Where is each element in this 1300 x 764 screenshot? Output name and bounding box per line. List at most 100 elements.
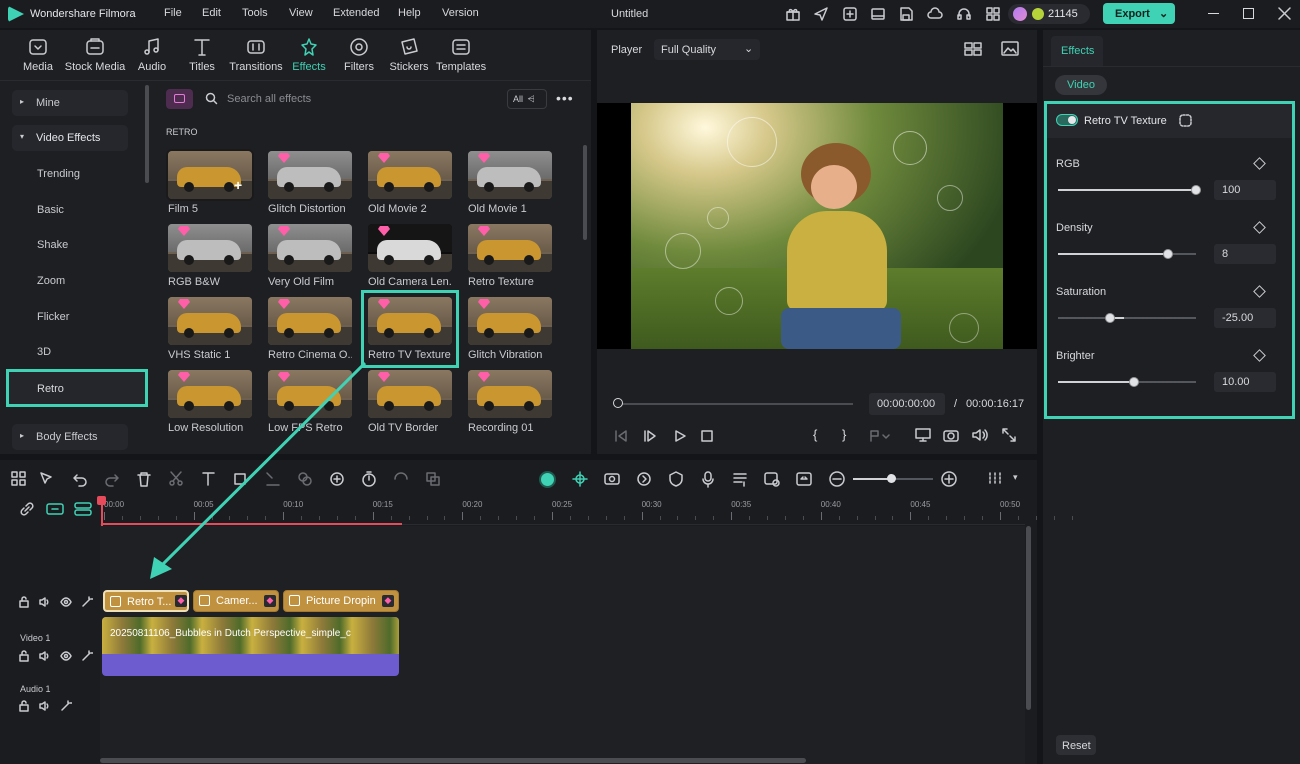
speaker-icon[interactable]	[39, 700, 51, 712]
eye-icon[interactable]	[60, 650, 72, 662]
menu-edit[interactable]: Edit	[202, 7, 221, 19]
effect-card-glitch-distortion[interactable]: Glitch Distortion	[268, 151, 352, 215]
minimize-button[interactable]	[1208, 13, 1219, 14]
effect-card-retro-texture[interactable]: Retro Texture	[468, 224, 552, 288]
param-slider-handle[interactable]	[1129, 377, 1139, 387]
record-screen-icon[interactable]	[603, 470, 621, 488]
credits-badge[interactable]: 21145	[1008, 4, 1090, 24]
sidebar-item-trending[interactable]: Trending	[37, 168, 80, 180]
sidebar-item-3d[interactable]: 3D	[37, 346, 51, 358]
zoom-in-icon[interactable]	[940, 470, 958, 488]
mark-out-icon[interactable]: }	[842, 427, 846, 442]
quality-dropdown[interactable]: Full Quality ⌄	[654, 39, 760, 60]
display-icon[interactable]	[915, 428, 931, 442]
effect-card-old-movie-2[interactable]: Old Movie 2	[368, 151, 452, 215]
step-forward-icon[interactable]	[643, 429, 657, 443]
effect-mask-icon[interactable]	[1179, 114, 1192, 127]
chevron-down-icon[interactable]: ▾	[1013, 472, 1018, 483]
add-icon[interactable]: +	[234, 177, 242, 193]
close-icon[interactable]	[1278, 7, 1291, 20]
tab-stock-media[interactable]: Stock Media	[63, 36, 127, 73]
playback-scrubber[interactable]	[617, 403, 853, 405]
redo-icon[interactable]	[103, 470, 121, 488]
effect-toggle[interactable]	[1056, 114, 1078, 126]
mark-in-icon[interactable]: {	[813, 427, 817, 442]
menu-tools[interactable]: Tools	[242, 7, 268, 19]
menu-help[interactable]: Help	[398, 7, 421, 19]
filter-dropdown[interactable]: All ⩤	[507, 89, 547, 109]
effect-card-old-tv-border[interactable]: Old TV Border	[368, 370, 452, 434]
param-value-input[interactable]: 100	[1214, 180, 1276, 200]
camera-icon[interactable]	[943, 428, 959, 442]
gift-icon[interactable]	[784, 5, 802, 23]
save-icon[interactable]	[897, 5, 915, 23]
magic-wand-icon[interactable]	[60, 700, 72, 712]
timeline-vertical-scrollbar[interactable]	[1026, 526, 1031, 710]
keyframe-diamond-icon[interactable]	[1253, 221, 1266, 234]
add-track-icon[interactable]	[46, 502, 64, 516]
sidebar-item-flicker[interactable]: Flicker	[37, 311, 69, 323]
sidebar-scrollbar[interactable]	[145, 85, 149, 183]
effect-card-glitch-vibration[interactable]: Glitch Vibration	[468, 297, 552, 361]
stabilize-icon[interactable]	[392, 470, 410, 488]
param-slider-handle[interactable]	[1191, 185, 1201, 195]
search-input[interactable]: Search all effects	[227, 93, 487, 105]
param-slider-handle[interactable]	[1105, 313, 1115, 323]
timeline-horizontal-scrollbar[interactable]	[100, 758, 806, 763]
link-icon[interactable]	[19, 501, 35, 517]
current-time[interactable]: 00:00:00:00	[869, 393, 945, 415]
tab-transitions[interactable]: Transitions	[229, 36, 283, 73]
keyframe-diamond-icon[interactable]	[1253, 157, 1266, 170]
effect-card-film-5[interactable]: + Film 5	[166, 149, 254, 215]
effect-clip-retro[interactable]: Retro T... ◆	[103, 590, 189, 612]
microphone-icon[interactable]	[699, 470, 717, 488]
keyframe-diamond-icon[interactable]	[1253, 285, 1266, 298]
headset-icon[interactable]	[955, 5, 973, 23]
lock-icon[interactable]	[18, 596, 30, 608]
effect-card-old-movie-1[interactable]: Old Movie 1	[468, 151, 552, 215]
video-clip[interactable]: 20250811106_Bubbles in Dutch Perspective…	[102, 617, 399, 676]
lock-icon[interactable]	[18, 650, 30, 662]
tab-media[interactable]: Media	[18, 36, 58, 73]
menu-view[interactable]: View	[289, 7, 313, 19]
scrubber-handle[interactable]	[613, 398, 623, 408]
tab-stickers[interactable]: Stickers	[389, 36, 429, 73]
audio-mix-icon[interactable]	[731, 470, 749, 488]
smart-cut-icon[interactable]	[571, 470, 589, 488]
grid-scrollbar[interactable]	[583, 145, 587, 240]
speaker-icon[interactable]	[39, 596, 51, 608]
param-slider[interactable]	[1058, 317, 1196, 319]
select-tool-icon[interactable]	[38, 470, 56, 488]
play-icon[interactable]	[673, 429, 687, 443]
playhead-cap[interactable]	[97, 496, 106, 505]
effect-clip-picture-dropin[interactable]: Picture Dropin ◆	[283, 590, 399, 612]
sidebar-item-retro[interactable]: Retro	[6, 369, 148, 407]
snapshot-view-icon[interactable]	[1001, 41, 1019, 56]
auto-beat-icon[interactable]	[635, 470, 653, 488]
effect-card-recording-01[interactable]: Recording 01	[468, 370, 552, 434]
track-manager-icon[interactable]	[74, 502, 92, 516]
menu-extended[interactable]: Extended	[333, 7, 379, 19]
lock-icon[interactable]	[18, 700, 30, 712]
tab-effects[interactable]: Effects	[291, 36, 327, 73]
zoom-out-icon[interactable]	[828, 470, 846, 488]
marker-icon[interactable]	[869, 430, 891, 442]
effect-clip-camera[interactable]: Camer... ◆	[193, 590, 279, 612]
stop-icon[interactable]	[701, 430, 713, 442]
magic-wand-icon[interactable]	[81, 650, 93, 662]
tab-titles[interactable]: Titles	[185, 36, 219, 73]
effect-card-old-camera-lens[interactable]: Old Camera Len...	[368, 224, 452, 288]
effect-card-retro-cinema[interactable]: Retro Cinema O...	[268, 297, 352, 361]
menu-version[interactable]: Version	[442, 7, 479, 19]
sidebar-item-video-effects[interactable]: ▾ Video Effects	[12, 125, 128, 151]
send-icon[interactable]	[812, 5, 830, 23]
sidebar-item-shake[interactable]: Shake	[37, 239, 68, 251]
tab-effects-properties[interactable]: Effects	[1051, 36, 1103, 66]
param-value-input[interactable]: -25.00	[1214, 308, 1276, 328]
tab-templates[interactable]: Templates	[436, 36, 486, 73]
zoom-slider[interactable]	[853, 474, 933, 483]
maximize-button[interactable]	[1243, 8, 1254, 19]
tab-filters[interactable]: Filters	[341, 36, 377, 73]
view-options-icon[interactable]	[986, 470, 1004, 488]
group-icon[interactable]	[424, 470, 442, 488]
